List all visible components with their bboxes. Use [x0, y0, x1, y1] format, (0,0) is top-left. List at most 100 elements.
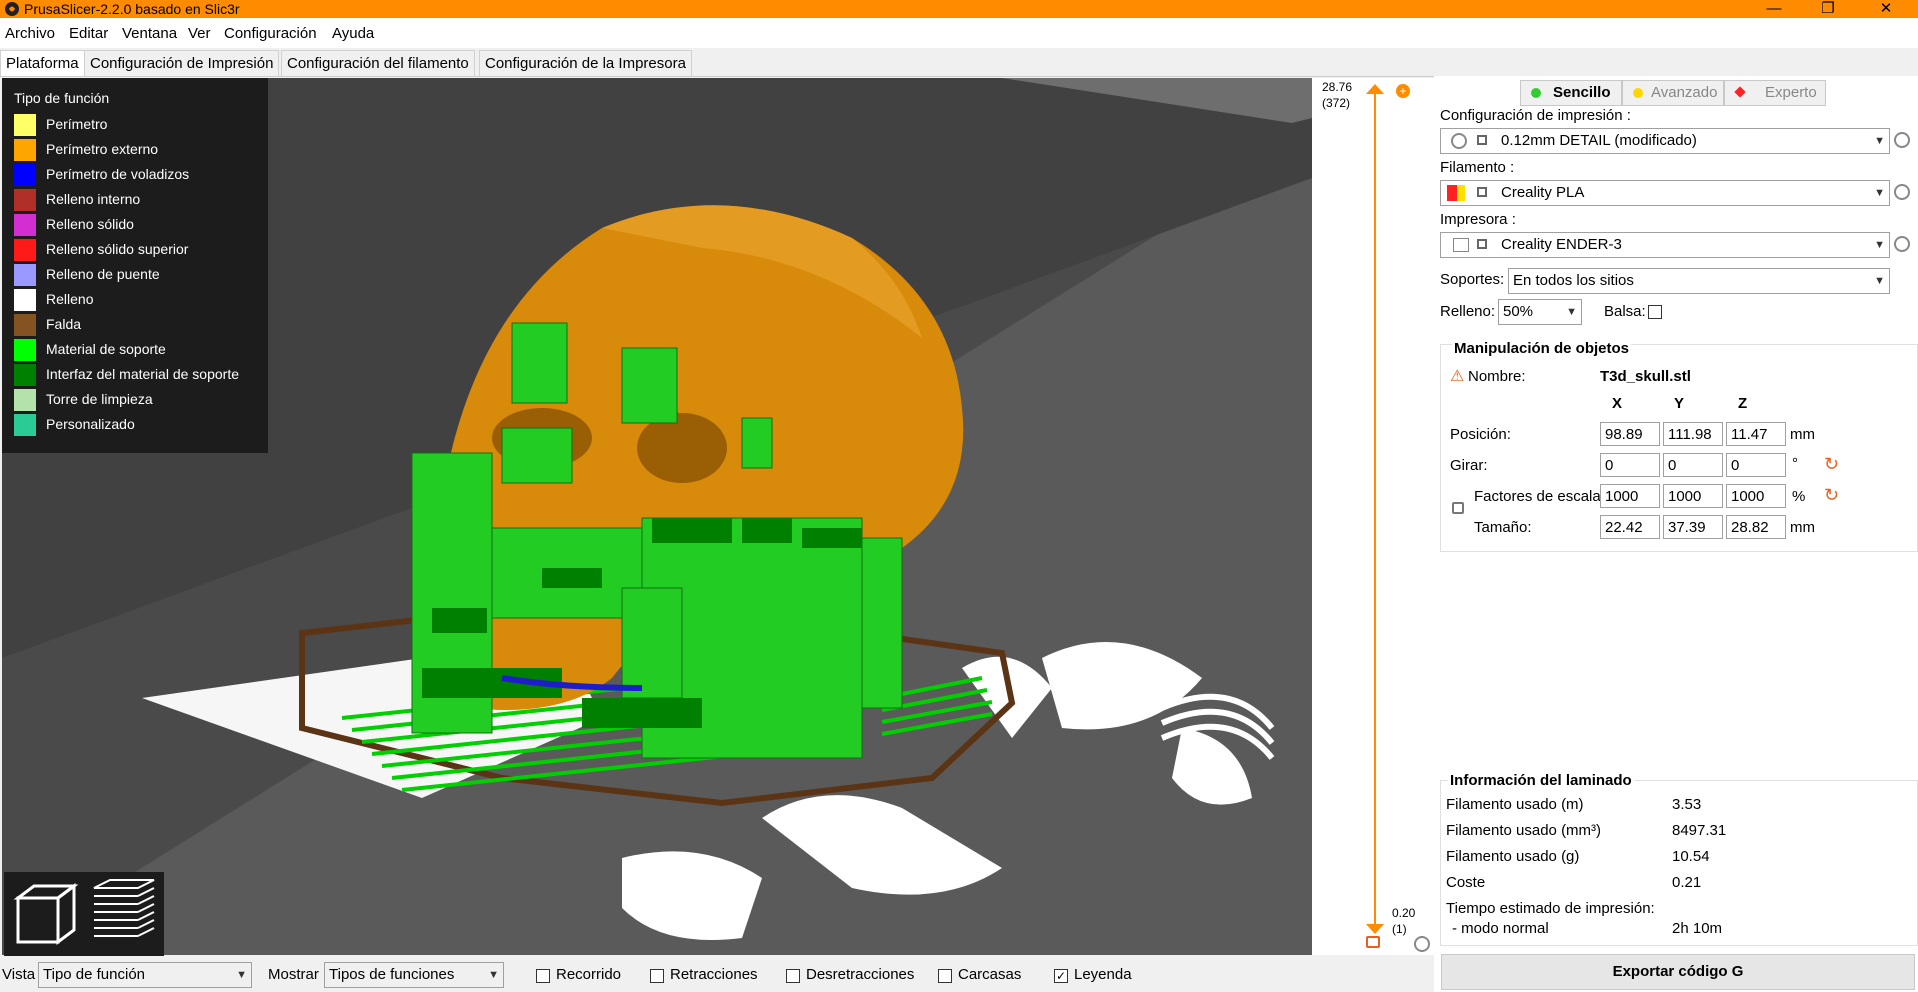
position-y-input[interactable]: 111.98 [1663, 422, 1723, 446]
checkbox-desretracciones[interactable] [786, 969, 800, 983]
slider-top-thumb[interactable] [1366, 84, 1384, 94]
object-name-label: Nombre: [1468, 368, 1526, 385]
menu-configuracion[interactable]: Configuración [224, 24, 317, 44]
printer-gear-icon[interactable] [1894, 236, 1910, 252]
menu-ayuda[interactable]: Ayuda [332, 24, 374, 44]
legend-label: Personalizado [46, 416, 135, 432]
brim-checkbox[interactable] [1648, 305, 1662, 319]
position-x-input[interactable]: 98.89 [1600, 422, 1660, 446]
rotation-z-input[interactable]: 0 [1726, 453, 1786, 477]
add-color-change-icon[interactable]: + [1396, 84, 1410, 98]
rotation-label: Girar: [1450, 457, 1488, 474]
checkbox-carcasas[interactable] [938, 969, 952, 983]
filament-mm3-value: 8497.31 [1672, 822, 1727, 839]
size-x-input[interactable]: 22.42 [1600, 515, 1660, 539]
tab-plataforma[interactable]: Plataforma [0, 50, 85, 76]
show-features-value: Tipos de funciones [329, 966, 455, 983]
print-settings-gear-icon[interactable] [1894, 132, 1910, 148]
mode-simple-button[interactable]: Sencillo [1520, 80, 1622, 106]
legend-label: Perímetro de voladizos [46, 166, 190, 182]
slider-top-value: 28.76 [1322, 80, 1353, 94]
legend-swatch [14, 164, 36, 186]
slider-settings-gear-icon[interactable] [1414, 936, 1430, 952]
red-diamond-icon [1734, 86, 1746, 98]
cost-label: Coste [1446, 874, 1486, 891]
print-settings-combo[interactable]: 0.12mm DETAIL (modificado) ▼ [1440, 128, 1890, 154]
legend-title: Tipo de función [14, 90, 110, 106]
mode-advanced-button[interactable]: Avanzado [1622, 80, 1724, 106]
normal-mode-value: 2h 10m [1672, 920, 1723, 937]
scale-x-input[interactable]: 1000 [1600, 484, 1660, 508]
view-type-combo[interactable]: Tipo de función ▼ [38, 962, 252, 988]
printer-label: Impresora : [1440, 211, 1516, 228]
filament-g-value: 10.54 [1672, 848, 1710, 865]
legend-label: Interfaz del material de soporte [46, 366, 239, 382]
mode-expert-button[interactable]: Experto [1724, 80, 1826, 106]
filament-combo[interactable]: Creality PLA ▼ [1440, 180, 1890, 206]
rotation-x-input[interactable]: 0 [1600, 453, 1660, 477]
3d-view-cube-icon[interactable] [10, 878, 82, 950]
export-gcode-button[interactable]: Exportar código G [1441, 954, 1915, 990]
green-dot-icon [1531, 88, 1541, 98]
mode-simple-label: Sencillo [1553, 84, 1611, 101]
size-y-input[interactable]: 37.39 [1663, 515, 1723, 539]
checkbox-leyenda[interactable]: ✓ [1054, 969, 1068, 983]
infill-value: 50% [1503, 303, 1534, 320]
menu-ver[interactable]: Ver [188, 24, 211, 44]
chevron-down-icon: ▼ [1566, 306, 1577, 318]
legend-label: Torre de limpieza [46, 391, 153, 407]
filament-m-value: 3.53 [1672, 796, 1702, 813]
tab-print-settings[interactable]: Configuración de Impresión [84, 50, 280, 76]
supports-combo[interactable]: En todos los sitios ▼ [1508, 268, 1890, 294]
warning-icon: ⚠ [1450, 368, 1465, 385]
tab-filament-settings[interactable]: Configuración del filamento [281, 50, 475, 76]
legend-swatch [14, 389, 36, 411]
yellow-dot-icon [1633, 88, 1643, 98]
layers-preview-icon[interactable] [88, 878, 160, 950]
chevron-down-icon: ▼ [236, 969, 247, 981]
slider-bottom-layer: (1) [1392, 922, 1407, 936]
print-time-label: Tiempo estimado de impresión: [1446, 900, 1655, 917]
show-label: Mostrar [268, 966, 319, 983]
layer-slider-panel [1312, 78, 1434, 955]
checkbox-label: Leyenda [1074, 966, 1132, 983]
menu-ventana[interactable]: Ventana [122, 24, 177, 44]
size-z-input[interactable]: 28.82 [1726, 515, 1786, 539]
lock-icon [1477, 135, 1487, 145]
tab-printer-settings[interactable]: Configuración de la Impresora [479, 50, 692, 76]
supports-label: Soportes: [1440, 271, 1505, 288]
printer-combo[interactable]: Creality ENDER-3 ▼ [1440, 232, 1890, 258]
layer-slider-track[interactable] [1374, 90, 1376, 930]
object-manipulation-title: Manipulación de objetos [1452, 340, 1632, 357]
maximize-button[interactable]: ❐ [1808, 0, 1848, 18]
scale-lock-icon[interactable] [1452, 502, 1464, 514]
infill-combo[interactable]: 50% ▼ [1498, 299, 1582, 325]
minimize-button[interactable]: — [1754, 0, 1794, 18]
legend-swatch [14, 314, 36, 336]
chevron-down-icon: ▼ [1874, 187, 1885, 199]
reset-scale-icon[interactable]: ↻ [1824, 485, 1839, 506]
infill-label: Relleno: [1440, 303, 1496, 320]
view-mode-panel [4, 872, 164, 956]
reset-rotation-icon[interactable]: ↻ [1824, 454, 1839, 475]
slider-top-layer: (372) [1322, 96, 1351, 110]
rotation-y-input[interactable]: 0 [1663, 453, 1723, 477]
checkbox-recorrido[interactable] [536, 969, 550, 983]
checkbox-label: Retracciones [670, 966, 758, 983]
menu-editar[interactable]: Editar [69, 24, 108, 44]
filament-label: Filamento : [1440, 159, 1515, 176]
filament-color-swatch [1447, 185, 1457, 201]
position-z-input[interactable]: 11.47 [1726, 422, 1786, 446]
show-features-combo[interactable]: Tipos de funciones ▼ [324, 962, 504, 988]
close-button[interactable]: ✕ [1866, 0, 1906, 18]
print-profile-icon [1451, 133, 1467, 149]
title-bar [0, 0, 1918, 18]
unlock-icon[interactable] [1366, 936, 1380, 948]
scale-z-input[interactable]: 1000 [1726, 484, 1786, 508]
mode-expert-label: Experto [1765, 84, 1817, 101]
filament-gear-icon[interactable] [1894, 184, 1910, 200]
checkbox-retracciones[interactable] [650, 969, 664, 983]
scale-y-input[interactable]: 1000 [1663, 484, 1723, 508]
menu-archivo[interactable]: Archivo [5, 24, 55, 44]
slider-bottom-thumb[interactable] [1366, 924, 1384, 934]
